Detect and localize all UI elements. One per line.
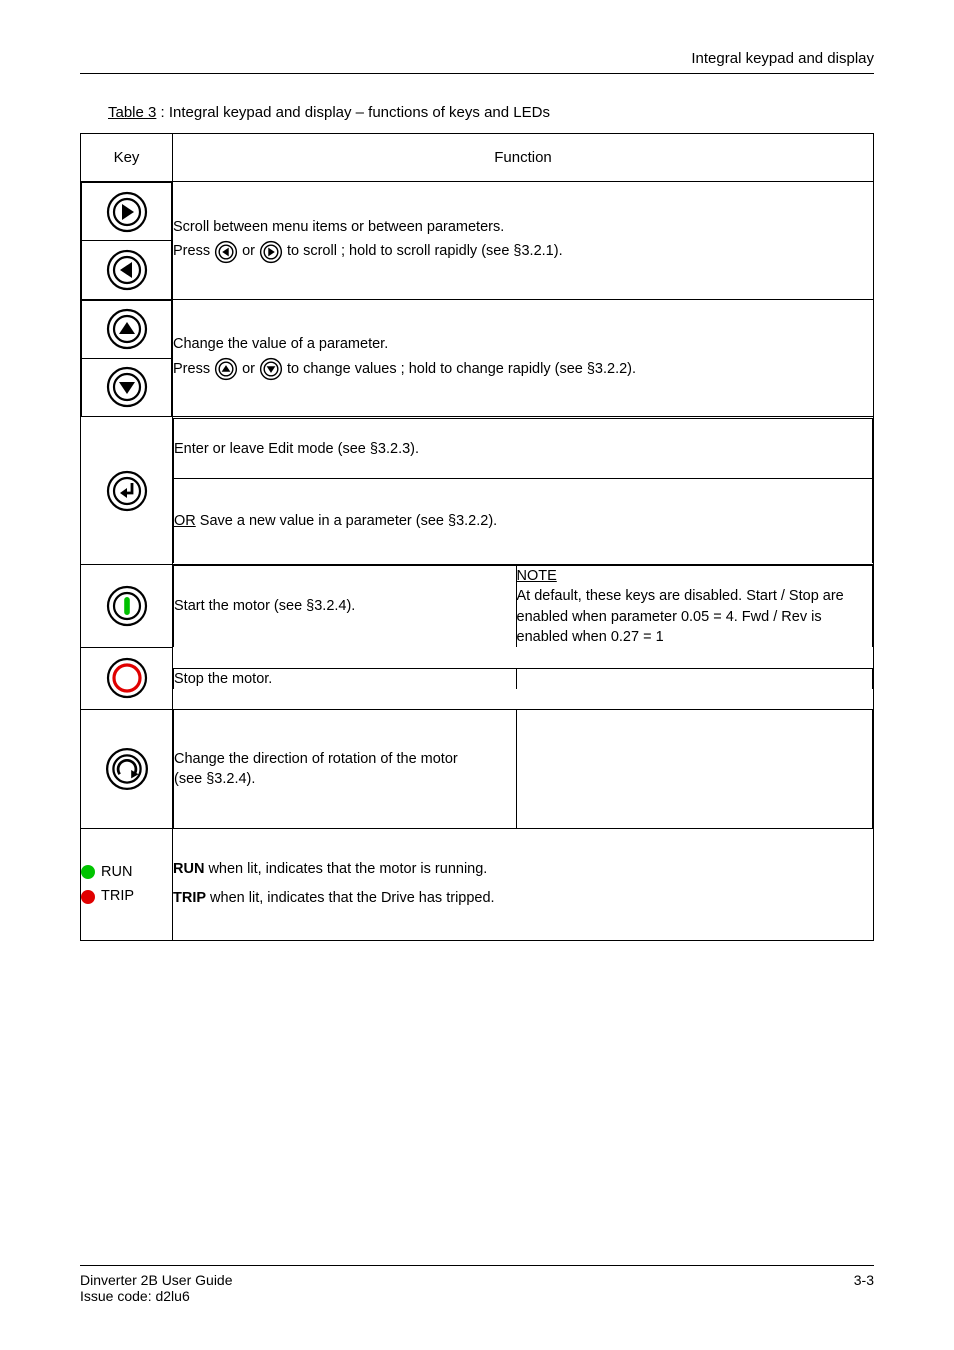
left-arrow-key-icon	[105, 248, 149, 292]
reverse-key-icon	[104, 746, 150, 792]
stop-key-icon	[105, 656, 149, 700]
up-arrow-inline-icon	[214, 357, 238, 381]
trip-led-icon	[81, 890, 95, 904]
change-value-description: Change the value of a parameter. Press o…	[173, 299, 874, 417]
right-arrow-inline-icon	[259, 240, 283, 264]
enter-key-icon	[105, 469, 149, 513]
stop-description: Stop the motor.	[174, 668, 517, 689]
led-description: RUN when lit, indicates that the motor i…	[173, 828, 874, 940]
down-arrow-inline-icon	[259, 357, 283, 381]
run-led-icon	[81, 865, 95, 879]
start-stop-note: NOTE At default, these keys are disabled…	[516, 566, 873, 648]
header-section-title: Integral keypad and display	[80, 50, 874, 67]
start-description: Start the motor (see §3.2.4).	[174, 566, 517, 648]
col-header-function: Function	[173, 134, 874, 182]
col-header-key: Key	[81, 134, 173, 182]
footer-page-number: 3-3	[854, 1272, 874, 1304]
start-key-icon	[105, 584, 149, 628]
scroll-description: Scroll between menu items or between par…	[173, 182, 874, 300]
right-arrow-key-icon	[105, 190, 149, 234]
left-arrow-inline-icon	[214, 240, 238, 264]
enter-edit-mode-description: Enter or leave Edit mode (see §3.2.3).	[174, 419, 873, 479]
reverse-description: Change the direction of rotation of the …	[174, 710, 517, 828]
keypad-functions-table: Key Function	[80, 133, 874, 941]
enter-save-description: OR Save a new value in a parameter (see …	[174, 479, 873, 563]
header-rule	[80, 73, 874, 74]
down-arrow-key-icon	[105, 365, 149, 409]
up-arrow-key-icon	[105, 307, 149, 351]
table-caption: Table 3 : Integral keypad and display – …	[108, 104, 874, 121]
page-footer: Dinverter 2B User Guide Issue code: d2lu…	[80, 1265, 874, 1304]
led-indicator-cell: RUN TRIP	[81, 828, 173, 940]
footer-doc-title: Dinverter 2B User Guide	[80, 1272, 233, 1288]
footer-issue: Issue code: d2lu6	[80, 1288, 233, 1304]
